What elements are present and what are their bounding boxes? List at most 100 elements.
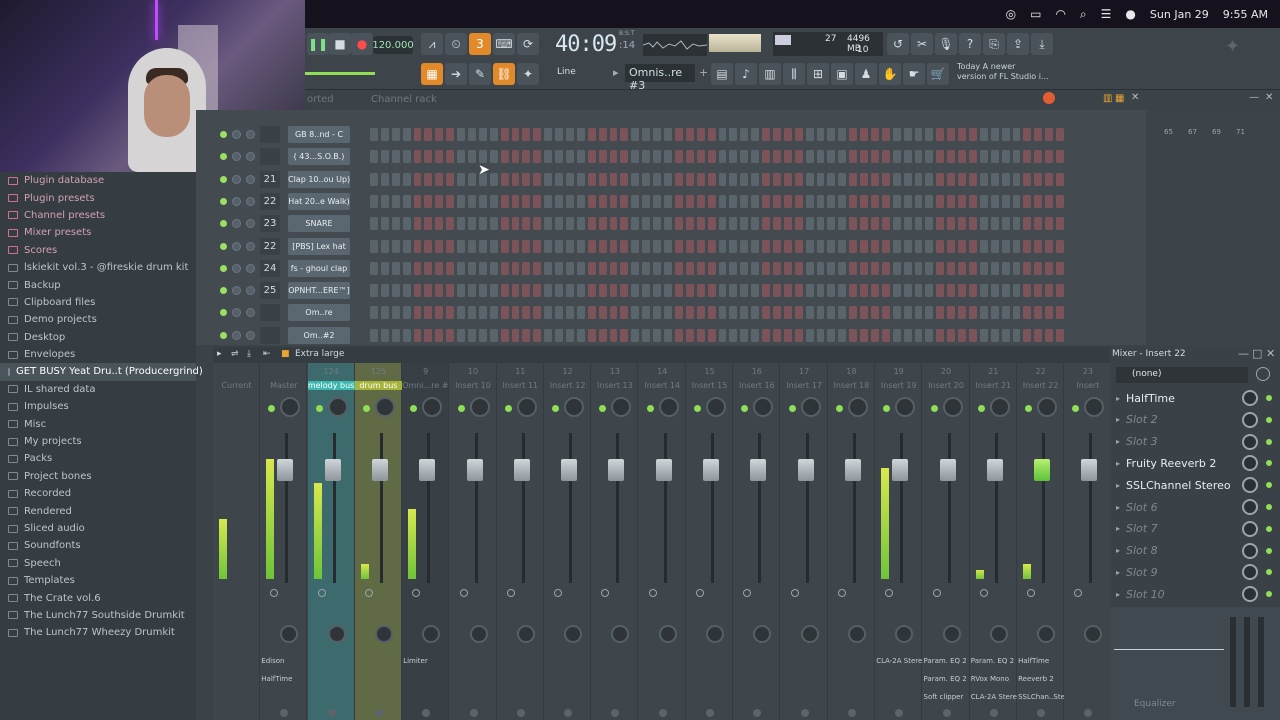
step-button[interactable] <box>892 261 901 275</box>
slot-mix-knob[interactable] <box>1242 477 1258 494</box>
fx-slot[interactable]: ▸ Slot 9 <box>1116 562 1272 582</box>
step-button[interactable] <box>653 328 662 342</box>
step-button[interactable] <box>979 150 988 164</box>
step-button[interactable] <box>642 128 651 141</box>
step-button[interactable] <box>391 150 400 164</box>
strip-mute-led[interactable] <box>362 405 370 412</box>
step-button[interactable] <box>587 239 596 253</box>
control-center-icon[interactable]: ☰ <box>1101 7 1112 21</box>
step-button[interactable] <box>370 172 378 186</box>
step-button[interactable] <box>740 150 749 164</box>
volume-knob[interactable] <box>246 196 255 206</box>
route-icon[interactable] <box>885 589 894 597</box>
step-button[interactable] <box>783 150 792 164</box>
mixer-icon[interactable]: ⫼ <box>783 63 805 85</box>
step-button[interactable] <box>413 194 422 208</box>
step-button[interactable] <box>870 172 879 186</box>
step-button[interactable] <box>685 284 694 298</box>
step-button[interactable] <box>642 328 651 342</box>
step-button[interactable] <box>1001 150 1010 164</box>
step-button[interactable] <box>925 172 934 186</box>
strip-pan-knob[interactable] <box>611 397 632 417</box>
step-button[interactable] <box>370 150 378 164</box>
strip-fx-label[interactable]: Edison <box>261 657 307 665</box>
fx-slot[interactable]: ▸ SSLChannel Stereo <box>1116 475 1272 495</box>
stereo-knob[interactable] <box>374 625 393 643</box>
step-button[interactable] <box>718 328 727 342</box>
step-button[interactable] <box>990 284 999 298</box>
strip-name[interactable]: Insert 11 <box>497 381 544 390</box>
step-button[interactable] <box>402 194 411 208</box>
step-button[interactable] <box>718 128 727 141</box>
mixer-strip[interactable]: 11 Insert 11 <box>497 363 544 720</box>
step-button[interactable] <box>805 284 814 298</box>
step-button[interactable] <box>533 172 542 186</box>
step-button[interactable] <box>892 194 901 208</box>
step-button[interactable] <box>478 284 487 298</box>
arrow-icon[interactable]: ➔ <box>445 63 467 85</box>
step-button[interactable] <box>849 284 858 298</box>
strip-pan-knob[interactable] <box>706 397 726 417</box>
step-button[interactable] <box>696 261 705 275</box>
step-button[interactable] <box>751 328 760 342</box>
step-button[interactable] <box>642 194 651 208</box>
step-button[interactable] <box>870 217 879 231</box>
step-button[interactable] <box>468 239 476 253</box>
step-button[interactable] <box>838 328 847 342</box>
step-button[interactable] <box>696 172 705 186</box>
step-button[interactable] <box>751 217 760 231</box>
step-button[interactable] <box>457 194 466 208</box>
step-button[interactable] <box>860 328 868 342</box>
step-button[interactable] <box>446 150 455 164</box>
wifi-icon[interactable]: ◠ <box>1055 7 1065 21</box>
step-button[interactable] <box>631 128 640 141</box>
link-icon[interactable]: ⛓ <box>493 63 515 85</box>
step-button[interactable] <box>914 328 923 342</box>
volume-knob[interactable] <box>246 130 255 139</box>
step-button[interactable] <box>925 150 934 164</box>
step-button[interactable] <box>696 150 705 164</box>
step-button[interactable] <box>1045 150 1054 164</box>
step-button[interactable] <box>544 284 553 298</box>
step-button[interactable] <box>838 284 847 298</box>
step-button[interactable] <box>468 284 476 298</box>
step-button[interactable] <box>762 261 770 275</box>
channel-insert-number[interactable]: 21 <box>260 170 280 188</box>
step-button[interactable] <box>511 239 520 253</box>
step-button[interactable] <box>435 217 444 231</box>
stereo-knob[interactable] <box>800 625 819 643</box>
step-button[interactable] <box>783 306 792 320</box>
step-button[interactable] <box>674 284 683 298</box>
step-button[interactable] <box>435 328 444 342</box>
step-button[interactable] <box>598 194 607 208</box>
step-button[interactable] <box>696 284 705 298</box>
route-icon[interactable] <box>648 589 657 597</box>
step-button[interactable] <box>555 306 564 320</box>
step-button[interactable] <box>968 217 977 231</box>
slot-mix-knob[interactable] <box>1242 499 1258 515</box>
strip-fx-label[interactable]: HalfTime <box>261 675 307 683</box>
step-button[interactable] <box>555 261 564 275</box>
strip-mute-led[interactable] <box>410 405 418 412</box>
step-button[interactable] <box>729 328 738 342</box>
step-button[interactable] <box>772 239 781 253</box>
step-button[interactable] <box>576 150 585 164</box>
step-button[interactable] <box>990 150 999 164</box>
step-button[interactable] <box>424 306 433 320</box>
step-button[interactable] <box>772 284 781 298</box>
step-button[interactable] <box>435 306 444 320</box>
step-button[interactable] <box>533 128 542 141</box>
step-button[interactable] <box>370 328 378 342</box>
mixer-strip[interactable]: 10 Insert 10 <box>450 363 497 720</box>
step-button[interactable] <box>914 239 923 253</box>
step-button[interactable] <box>762 306 770 320</box>
step-button[interactable] <box>718 239 727 253</box>
prev-pattern-icon[interactable]: ▸ <box>613 66 619 79</box>
slot-mix-knob[interactable] <box>1242 586 1258 603</box>
mixer-export-icon[interactable]: ⤓ <box>247 349 251 359</box>
slot-arrow-icon[interactable]: ▸ <box>1116 459 1120 468</box>
step-button[interactable] <box>925 306 934 320</box>
step-button[interactable] <box>424 172 433 186</box>
stereo-knob[interactable] <box>469 625 488 643</box>
step-button[interactable] <box>892 150 901 164</box>
